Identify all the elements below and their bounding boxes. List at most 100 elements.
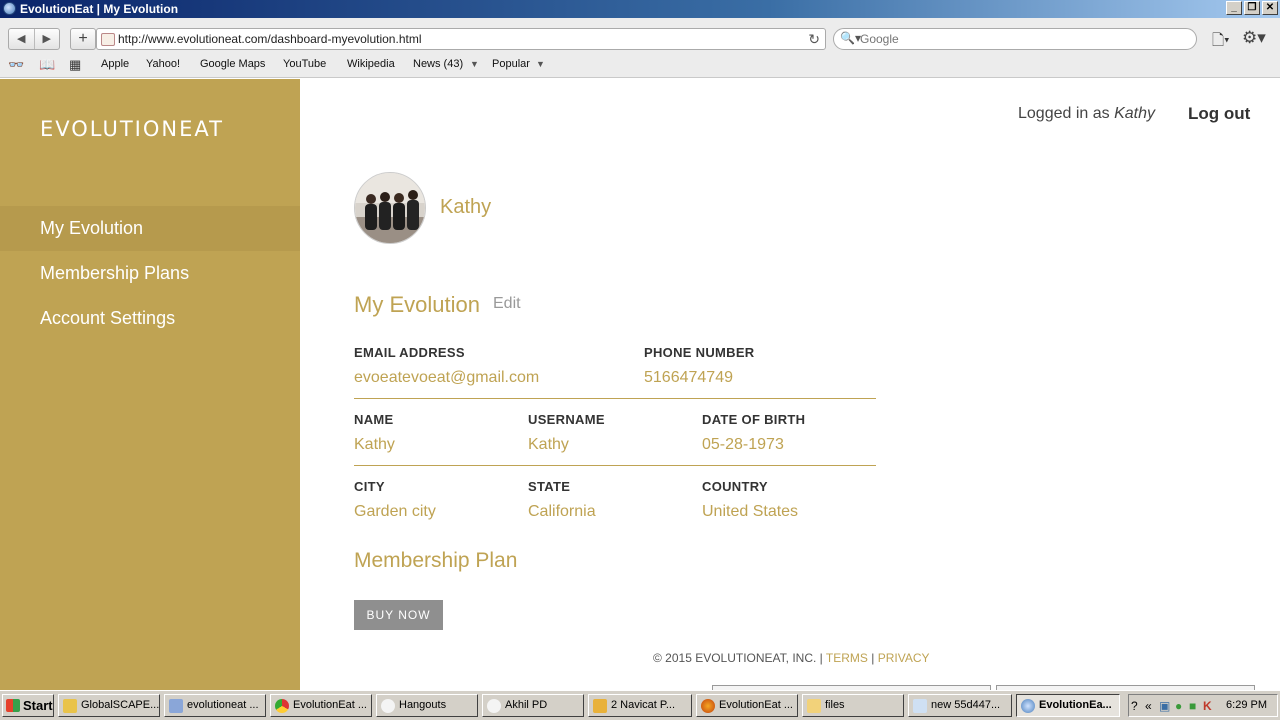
bookmark-popular-folder[interactable]: Popular xyxy=(492,58,530,70)
tray-expand-icon[interactable]: « xyxy=(1145,699,1152,713)
bookmark-news-folder[interactable]: News (43) xyxy=(413,58,463,70)
phone-value: 5166474749 xyxy=(644,369,733,386)
country-label: COUNTRY xyxy=(702,479,768,494)
back-icon[interactable]: ◀ xyxy=(9,29,35,49)
page-menu-icon[interactable]: 🗋▾ xyxy=(1212,30,1230,55)
sidebar-item-my-evolution[interactable]: My Evolution xyxy=(0,206,300,251)
browser-toolbar: ◀ ▶ + http://www.evolutioneat.com/dashbo… xyxy=(0,18,1280,78)
buy-now-button[interactable]: BUY NOW xyxy=(354,600,443,630)
url-text[interactable]: http://www.evolutioneat.com/dashboard-my… xyxy=(118,32,422,46)
dob-value: 05-28-1973 xyxy=(702,436,784,453)
forward-icon[interactable]: ▶ xyxy=(35,29,60,49)
task-label: 2 Navicat P... xyxy=(611,699,675,711)
chrome-icon xyxy=(275,699,289,713)
network-icon[interactable]: ▣ xyxy=(1159,699,1170,713)
antivirus-icon[interactable]: K xyxy=(1203,699,1212,713)
security-icon[interactable]: ■ xyxy=(1189,699,1196,713)
bookmark-yahoo[interactable]: Yahoo! xyxy=(146,58,180,70)
bookmark-wikipedia[interactable]: Wikipedia xyxy=(347,58,395,70)
username-value: Kathy xyxy=(528,436,569,453)
top-sites-grid-icon[interactable]: ▦ xyxy=(69,57,81,73)
shield-icon[interactable]: ● xyxy=(1175,699,1182,713)
terms-link[interactable]: TERMS xyxy=(826,651,868,665)
email-value: evoeatevoeat@gmail.com xyxy=(354,369,540,386)
taskbar-item-globalscape[interactable]: GlobalSCAPE... xyxy=(58,694,160,717)
name-value: Kathy xyxy=(354,436,395,453)
footer: © 2015 EVOLUTIONEAT, INC. | TERMS | PRIV… xyxy=(653,651,930,665)
chevron-down-icon[interactable]: ▼ xyxy=(470,59,479,69)
main-content: Logged in as Kathy Log out Kathy My Evol… xyxy=(300,79,1280,690)
chevron-down-icon[interactable]: ▼ xyxy=(536,59,545,69)
state-value: California xyxy=(528,503,596,520)
task-label: EvolutionEat ... xyxy=(719,699,793,711)
sidebar-item-account-settings[interactable]: Account Settings xyxy=(0,296,300,341)
gear-icon[interactable]: ⚙▾ xyxy=(1242,28,1266,48)
taskbar-item-files[interactable]: files xyxy=(802,694,904,717)
start-button[interactable]: Start xyxy=(2,694,54,717)
help-icon[interactable]: ? xyxy=(1131,699,1138,713)
privacy-link[interactable]: PRIVACY xyxy=(878,651,930,665)
taskbar-item-akhil-pd[interactable]: Akhil PD xyxy=(482,694,584,717)
app-icon xyxy=(593,699,607,713)
taskbar-item-navicat[interactable]: 2 Navicat P... xyxy=(588,694,692,717)
name-label: NAME xyxy=(354,412,394,427)
minimize-button[interactable]: _ xyxy=(1226,1,1242,15)
city-label: CITY xyxy=(354,479,385,494)
task-label: Akhil PD xyxy=(505,699,548,711)
bookmark-google-maps[interactable]: Google Maps xyxy=(200,58,265,70)
sidebar-item-membership-plans[interactable]: Membership Plans xyxy=(0,251,300,296)
bookmarks-book-icon[interactable]: 📖 xyxy=(39,57,55,73)
task-label: GlobalSCAPE... xyxy=(81,699,160,711)
bookmark-youtube[interactable]: YouTube xyxy=(283,58,326,70)
state-label: STATE xyxy=(528,479,571,494)
app-icon xyxy=(381,699,395,713)
sidebar: EVOLUTIONEAT My Evolution Membership Pla… xyxy=(0,79,300,690)
bookmarks-bar: 👓 📖 ▦ Apple Yahoo! Google Maps YouTube W… xyxy=(0,56,1280,74)
browser-icon xyxy=(3,2,16,15)
bookmark-apple[interactable]: Apple xyxy=(101,58,129,70)
phone-label: PHONE NUMBER xyxy=(644,345,755,360)
close-button[interactable]: ✕ xyxy=(1262,1,1278,15)
taskbar-item-notepad[interactable]: new 55d447... xyxy=(908,694,1012,717)
footer-separator: | xyxy=(867,651,878,665)
search-box[interactable]: 🔍▾ xyxy=(833,28,1197,50)
logged-in-user: Kathy xyxy=(1114,105,1155,122)
profile-name: Kathy xyxy=(440,196,492,218)
browser-icon xyxy=(1021,699,1035,713)
search-icon[interactable]: 🔍▾ xyxy=(840,31,861,45)
city-value: Garden city xyxy=(354,503,436,520)
firefox-icon xyxy=(701,699,715,713)
app-icon xyxy=(63,699,77,713)
taskbar-item-evolutioneat-files[interactable]: evolutioneat ... xyxy=(164,694,266,717)
search-input[interactable] xyxy=(860,32,1180,46)
taskbar-item-firefox-evolutioneat[interactable]: EvolutionEat ... xyxy=(696,694,798,717)
email-label: EMAIL ADDRESS xyxy=(354,345,465,360)
taskbar-item-hangouts[interactable]: Hangouts xyxy=(376,694,478,717)
taskbar: Start GlobalSCAPE... evolutioneat ... Ev… xyxy=(0,690,1280,720)
site-icon xyxy=(101,33,115,46)
copyright-text: © 2015 EVOLUTIONEAT, INC. | xyxy=(653,651,826,665)
my-evolution-heading: My Evolution xyxy=(354,292,480,317)
app-icon xyxy=(487,699,501,713)
site-logo[interactable]: EVOLUTIONEAT xyxy=(40,117,224,141)
nav-buttons: ◀ ▶ xyxy=(8,28,60,50)
task-label: EvolutionEa... xyxy=(1039,699,1112,711)
address-bar[interactable]: http://www.evolutioneat.com/dashboard-my… xyxy=(96,28,826,50)
folder-icon xyxy=(807,699,821,713)
notepad-icon xyxy=(913,699,927,713)
system-tray: ? « ▣ ● ■ K 6:29 PM xyxy=(1128,694,1278,717)
logout-link[interactable]: Log out xyxy=(1188,104,1250,124)
edit-link[interactable]: Edit xyxy=(493,295,521,313)
clock[interactable]: 6:29 PM xyxy=(1226,699,1267,711)
taskbar-item-evolutioneat-active[interactable]: EvolutionEa... xyxy=(1016,694,1120,717)
restore-button[interactable]: ❐ xyxy=(1244,1,1260,15)
divider xyxy=(354,465,876,466)
window-title: EvolutionEat | My Evolution xyxy=(20,2,179,16)
taskbar-item-chrome-evolutioneat[interactable]: EvolutionEat ... xyxy=(270,694,372,717)
start-label: Start xyxy=(23,698,53,713)
reload-icon[interactable]: ↻ xyxy=(808,31,820,48)
task-label: files xyxy=(825,699,845,711)
logged-in-prefix: Logged in as xyxy=(1018,105,1115,122)
reading-list-icon[interactable]: 👓 xyxy=(8,57,24,73)
add-bookmark-button[interactable]: + xyxy=(70,28,96,50)
